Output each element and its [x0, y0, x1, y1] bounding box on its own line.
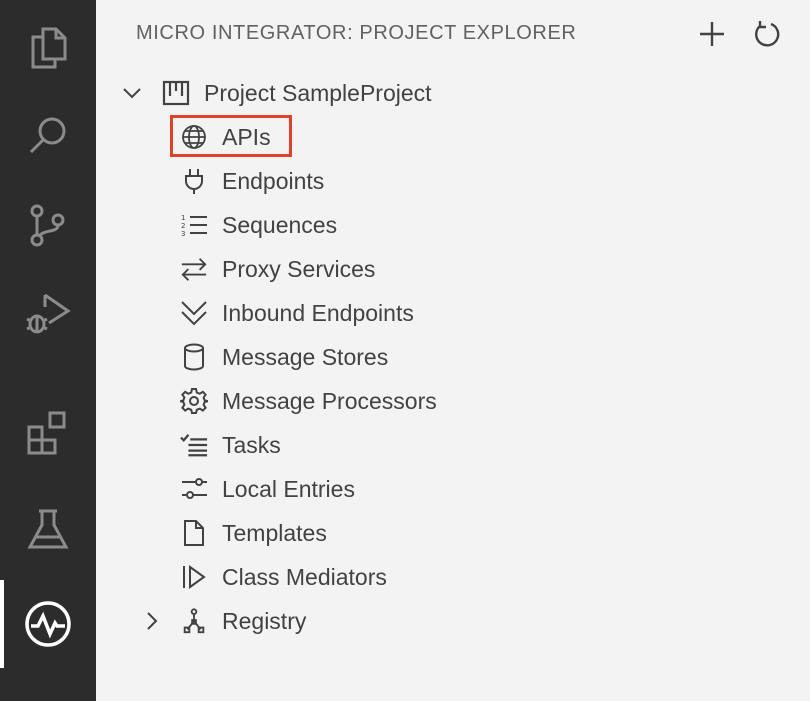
tree-item-label: Message Processors — [222, 387, 437, 414]
registry-node[interactable]: Registry — [140, 603, 306, 639]
tree-item-proxy-services[interactable]: Proxy Services — [180, 251, 375, 287]
chevron-down-icon[interactable] — [120, 81, 144, 105]
registry-label: Registry — [222, 607, 307, 634]
chevron-right-icon[interactable] — [140, 609, 164, 633]
tree-item-label: Inbound Endpoints — [222, 299, 414, 326]
tree-item-endpoints[interactable]: Endpoints — [180, 163, 324, 199]
tree-item-message-processors[interactable]: Message Processors — [180, 383, 437, 419]
tree-item-templates[interactable]: Templates — [180, 515, 327, 551]
panel-actions — [696, 18, 782, 50]
tree-item-label: Message Stores — [222, 343, 389, 370]
tree-item-label: Endpoints — [222, 167, 325, 194]
refresh-icon[interactable] — [750, 18, 782, 50]
project-node[interactable]: Project SampleProject — [120, 75, 432, 111]
highlight-box — [170, 115, 292, 157]
checklist-icon — [180, 431, 208, 459]
panel-title: MICRO INTEGRATOR: PROJECT EXPLORER — [136, 22, 577, 44]
tree-item-label: Local Entries — [222, 475, 355, 502]
sliders-icon — [180, 475, 208, 503]
tree-item-class-mediators[interactable]: Class Mediators — [180, 559, 387, 595]
svg-text:3: 3 — [181, 230, 185, 237]
add-icon[interactable] — [696, 18, 728, 50]
gear-icon — [180, 387, 208, 415]
project-icon — [162, 79, 190, 107]
plug-icon — [180, 167, 208, 195]
extensions-icon[interactable] — [0, 388, 96, 476]
svg-text:2: 2 — [181, 222, 185, 230]
tree-item-label: Class Mediators — [222, 563, 387, 590]
tree-item-local-entries[interactable]: Local Entries — [180, 471, 355, 507]
class-mediator-icon — [180, 563, 208, 591]
tree-item-message-stores[interactable]: Message Stores — [180, 339, 388, 375]
source-control-icon[interactable] — [0, 180, 96, 268]
type-hierarchy-icon — [180, 607, 208, 635]
double-chevron-down-icon — [180, 299, 208, 327]
tree-item-inbound-endpoints[interactable]: Inbound Endpoints — [180, 295, 414, 331]
run-debug-icon[interactable] — [0, 268, 96, 356]
tree-item-label: Sequences — [222, 211, 338, 238]
tree-item-tasks[interactable]: Tasks — [180, 427, 281, 463]
tree-item-label: Templates — [222, 519, 327, 546]
svg-text:1: 1 — [181, 214, 185, 222]
numbered-list-icon: 1 2 3 — [180, 211, 208, 239]
tree-item-label: Tasks — [222, 431, 281, 458]
database-icon — [180, 343, 208, 371]
tree-item-sequences[interactable]: 1 2 3 Sequences — [180, 207, 337, 243]
testing-flask-icon[interactable] — [0, 486, 96, 574]
micro-integrator-icon[interactable] — [0, 580, 96, 668]
file-icon — [180, 519, 208, 547]
project-explorer-panel: MICRO INTEGRATOR: PROJECT EXPLORER Proje… — [96, 0, 810, 701]
explorer-files-icon[interactable] — [0, 2, 96, 90]
tree-item-label: Proxy Services — [222, 255, 376, 282]
project-label: Project SampleProject — [204, 79, 432, 106]
activity-bar — [0, 0, 96, 701]
arrows-swap-icon — [180, 255, 208, 283]
search-icon[interactable] — [0, 92, 96, 180]
